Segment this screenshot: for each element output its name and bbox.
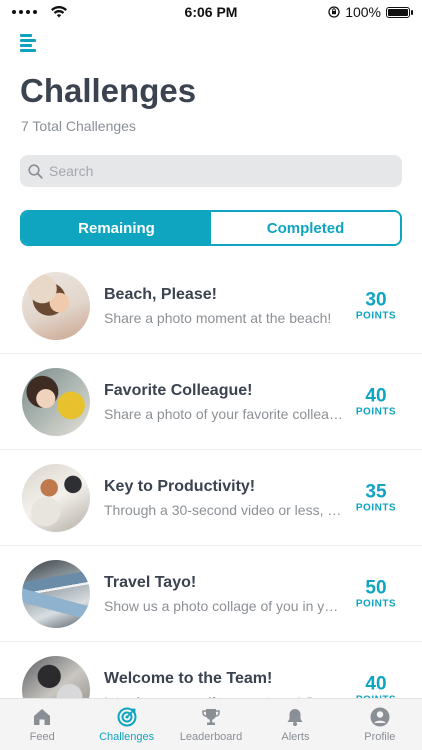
challenge-description: Share a photo of your favorite colleague… (104, 405, 346, 422)
page-title: Challenges (20, 72, 197, 109)
wifi-icon (51, 6, 67, 18)
challenge-title: Key to Productivity! (104, 477, 256, 495)
challenge-points: 30 POINTS (352, 289, 400, 322)
bottom-tab-bar: Feed Challenges Leaderboard Alerts Profi… (0, 698, 422, 750)
battery-percent: 100% (345, 4, 381, 20)
points-value: 50 (365, 577, 387, 598)
challenge-row[interactable]: Travel Tayo! Show us a photo collage of … (0, 546, 422, 642)
challenge-title: Travel Tayo! (104, 573, 197, 591)
challenge-points: 35 POINTS (352, 481, 400, 514)
challenge-count: 7 Total Challenges (21, 118, 136, 134)
tab-feed[interactable]: Feed (0, 699, 84, 750)
challenge-points: 40 POINTS (352, 385, 400, 418)
challenge-title: Favorite Colleague! (104, 381, 253, 399)
status-bar: 6:06 PM 100% (0, 0, 422, 24)
challenge-points: 50 POINTS (352, 577, 400, 610)
status-left (12, 6, 67, 18)
battery-icon (386, 6, 413, 18)
search-icon (28, 163, 43, 179)
signal-dots-icon (12, 10, 37, 14)
search-input[interactable] (49, 163, 379, 179)
tab-completed[interactable]: Completed (211, 212, 400, 244)
tab-alerts[interactable]: Alerts (253, 699, 337, 750)
tab-profile[interactable]: Profile (338, 699, 422, 750)
points-label: POINTS (355, 502, 397, 513)
challenge-image-travel (22, 559, 90, 628)
tab-label: Feed (29, 731, 55, 743)
challenge-row[interactable]: Key to Productivity! Through a 30-second… (0, 450, 422, 546)
challenge-image-beach (22, 271, 90, 340)
challenge-description: Through a 30-second video or less, show … (104, 501, 346, 518)
challenge-description: Show us a photo collage of you in your t… (104, 597, 346, 614)
trophy-icon (202, 709, 220, 725)
tab-label: Leaderboard (179, 731, 243, 743)
bell-icon (287, 709, 303, 726)
tab-remaining[interactable]: Remaining (22, 212, 211, 244)
points-value: 40 (365, 385, 387, 406)
tab-leaderboard[interactable]: Leaderboard (169, 699, 253, 750)
points-value: 30 (365, 289, 387, 310)
home-icon (34, 709, 51, 725)
points-label: POINTS (355, 406, 397, 417)
tab-label: Profile (364, 731, 396, 743)
points-label: POINTS (355, 598, 397, 609)
challenge-title: Welcome to the Team! (104, 669, 273, 687)
challenge-title: Beach, Please! (104, 285, 217, 303)
tab-label: Alerts (281, 731, 310, 743)
points-value: 40 (365, 673, 387, 694)
challenge-image-productivity (22, 463, 90, 532)
orientation-lock-icon (328, 6, 340, 18)
tab-label: Challenges (99, 731, 155, 743)
challenge-row[interactable]: Favorite Colleague! Share a photo of you… (0, 354, 422, 450)
challenge-row[interactable]: Beach, Please! Share a photo moment at t… (0, 258, 422, 354)
challenge-description: Share a photo moment at the beach! (104, 309, 332, 326)
menu-icon[interactable] (20, 34, 36, 52)
points-label: POINTS (355, 310, 397, 321)
search-bar[interactable] (20, 155, 402, 187)
status-segmented-control: Remaining Completed (20, 210, 402, 246)
user-icon (370, 707, 390, 727)
status-right: 100% (328, 4, 413, 20)
target-icon (117, 707, 137, 727)
challenge-image-colleague (22, 367, 90, 436)
challenge-list: Beach, Please! Share a photo moment at t… (0, 258, 422, 738)
points-value: 35 (365, 481, 387, 502)
tab-challenges[interactable]: Challenges (84, 699, 168, 750)
